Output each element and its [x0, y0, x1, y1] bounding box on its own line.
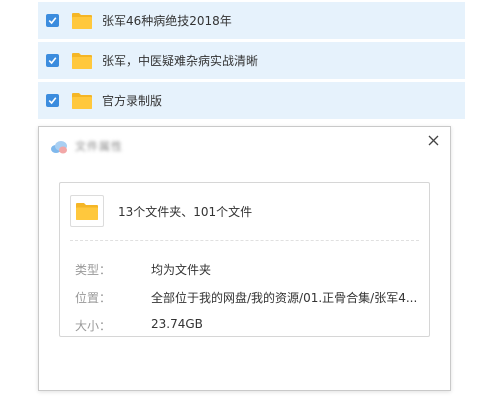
folder-icon: [70, 195, 104, 227]
file-list-item[interactable]: 张军46种病绝技2018年: [38, 2, 465, 39]
file-list-item[interactable]: 张军，中医疑难杂病实战清晰: [38, 42, 465, 79]
checkbox-checked[interactable]: [46, 94, 59, 107]
property-value: 全部位于我的网盘/我的资源/01.正骨合集/张军4...: [151, 291, 418, 305]
file-list-item[interactable]: 官方录制版: [38, 82, 465, 119]
property-label: 大小：: [75, 319, 112, 333]
dialog-title: 文件属性: [75, 140, 123, 153]
file-name: 官方录制版: [102, 94, 163, 108]
summary-text: 13个文件夹、101个文件: [118, 204, 253, 219]
info-panel: 13个文件夹、101个文件 类型： 均为文件夹 位置： 全部位于我的网盘/我的资…: [59, 182, 430, 337]
folder-icon: [71, 52, 93, 70]
summary-row: 13个文件夹、101个文件: [70, 195, 252, 227]
property-type: 类型： 均为文件夹: [75, 261, 211, 278]
dialog-header: 文件属性: [39, 127, 450, 165]
property-label: 位置：: [75, 291, 112, 305]
property-label: 类型：: [75, 263, 112, 277]
property-size: 大小： 23.74GB: [75, 317, 203, 334]
folder-icon: [71, 92, 93, 110]
checkbox-checked[interactable]: [46, 14, 59, 27]
properties-dialog: 文件属性 13个文件夹、101个文件 类型： 均为文件夹 位置： 全部位于我的网…: [38, 126, 451, 391]
divider: [70, 240, 419, 241]
property-value: 均为文件夹: [151, 263, 212, 277]
file-name: 张军，中医疑难杂病实战清晰: [102, 54, 259, 68]
property-value: 23.74GB: [151, 317, 203, 331]
property-location: 位置： 全部位于我的网盘/我的资源/01.正骨合集/张军4...: [75, 289, 417, 306]
folder-icon: [71, 12, 93, 30]
close-icon[interactable]: [425, 132, 441, 148]
file-name: 张军46种病绝技2018年: [102, 14, 232, 28]
cloud-app-icon: [50, 139, 68, 154]
checkbox-checked[interactable]: [46, 54, 59, 67]
